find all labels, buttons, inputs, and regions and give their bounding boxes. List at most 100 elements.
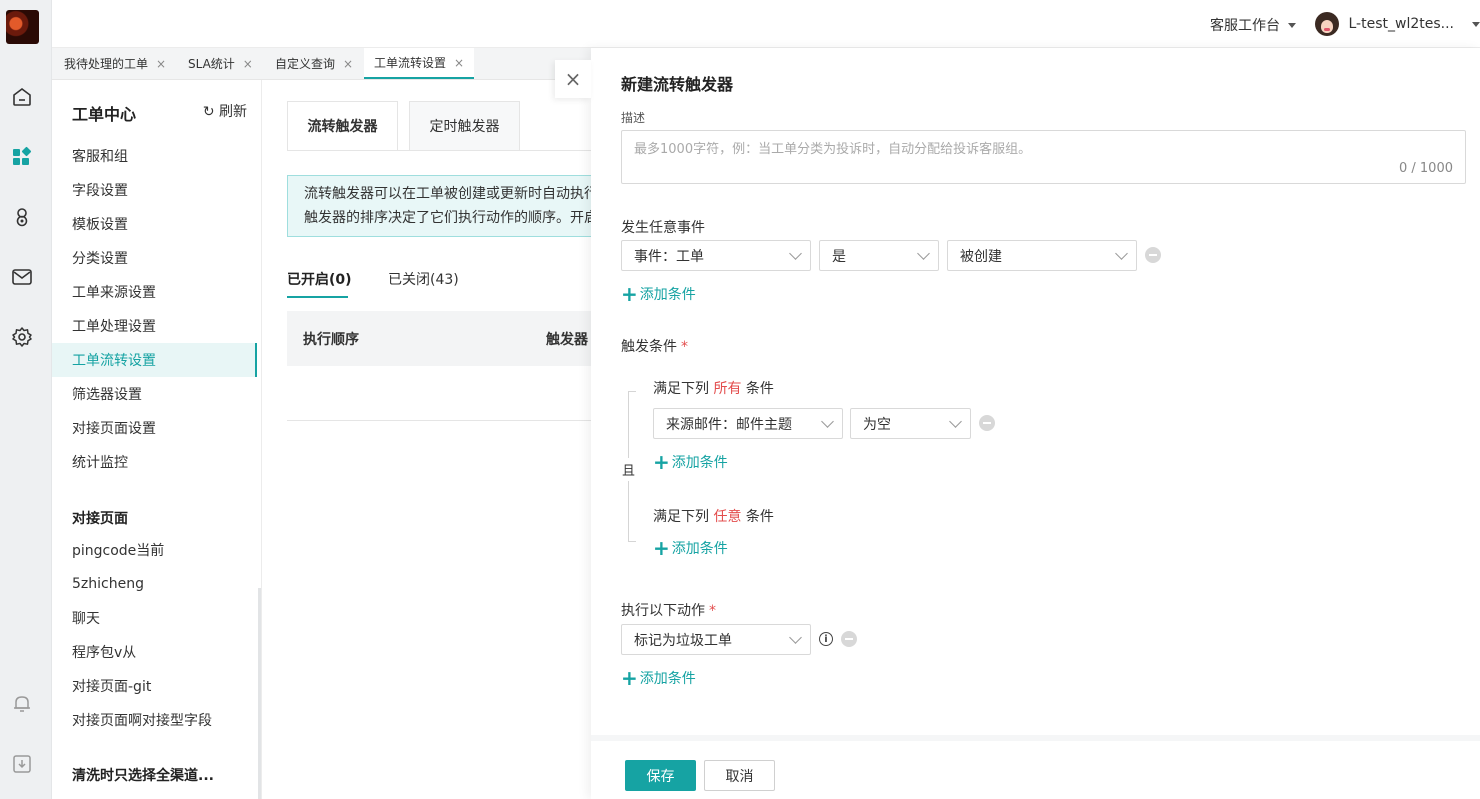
column-header: 触发器 [546, 332, 588, 348]
add-condition-button[interactable]: + 添加条件 [621, 284, 696, 304]
add-condition-button[interactable]: + 添加条件 [653, 538, 728, 558]
sidebar-item[interactable]: pingcode当前 [52, 533, 257, 567]
sidebar-item[interactable]: 程序包v从 [52, 635, 257, 669]
home-icon[interactable] [11, 86, 33, 108]
description-label: 描述 [621, 111, 646, 125]
page-tab[interactable]: 我待处理的工单 × [54, 48, 176, 79]
event-label: 发生任意事件 [621, 220, 705, 236]
plus-icon: + [621, 666, 638, 690]
sidebar-item[interactable]: 模板设置 [52, 207, 257, 241]
sidebar-item[interactable]: 筛选器设置 [52, 377, 257, 411]
action-select[interactable]: 标记为垃圾工单 [621, 624, 811, 655]
tab-enabled[interactable]: 已开启(0) [287, 269, 352, 289]
chevron-down-icon [949, 415, 962, 428]
app-logo[interactable] [6, 10, 39, 44]
table-header: 执行顺序 触发器 [287, 311, 592, 366]
sidebar-item[interactable]: 对接页面啊对接型字段 [52, 703, 257, 737]
label-text: 执行以下动作 [621, 603, 705, 619]
close-icon[interactable]: × [343, 57, 353, 71]
page-tab[interactable]: SLA统计 × [178, 48, 263, 79]
select-value: 为空 [863, 416, 891, 433]
sidebar-item[interactable]: 对接页面-git [52, 669, 257, 703]
remove-icon[interactable] [1145, 247, 1161, 263]
info-icon[interactable]: i [819, 632, 833, 646]
remove-icon[interactable] [979, 415, 995, 431]
add-condition-button[interactable]: + 添加条件 [621, 668, 696, 688]
tab-flow-trigger[interactable]: 流转触发器 [287, 101, 398, 151]
sidebar-item-active[interactable]: 工单流转设置 [52, 343, 257, 377]
chevron-down-icon [821, 415, 834, 428]
sidebar-item[interactable]: 分类设置 [52, 241, 257, 275]
avatar [1314, 12, 1339, 36]
close-icon[interactable]: × [243, 57, 253, 71]
apps-icon[interactable] [11, 146, 33, 168]
top-bar: 客服工作台 L-test_wl2tes... [52, 0, 1480, 48]
sidebar-scrollbar[interactable] [258, 588, 261, 799]
active-tab-underline [287, 296, 348, 298]
workspace-switcher[interactable]: 客服工作台 [1210, 15, 1296, 35]
event-operator-select[interactable]: 是 [819, 240, 939, 271]
page-tab-label: 工单流转设置 [374, 56, 447, 70]
info-notice: 流转触发器可以在工单被创建或更新时自动执行 触发器的排序决定了它们执行动作的顺序… [287, 175, 592, 237]
condition-field-select[interactable]: 来源邮件：邮件主题 [653, 408, 843, 439]
label-text: 条件 [745, 381, 774, 397]
sidebar-item[interactable]: 工单处理设置 [52, 309, 257, 343]
refresh-button[interactable]: ↻ 刷新 [203, 101, 247, 121]
sidebar-item[interactable]: 工单来源设置 [52, 275, 257, 309]
user-menu[interactable]: L-test_wl2tes... [1314, 12, 1480, 36]
close-icon[interactable]: × [454, 56, 464, 70]
save-button[interactable]: 保存 [625, 760, 696, 791]
description-placeholder: 最多1000字符，例：当工单分类为投诉时，自动分配给投诉客服组。 [634, 142, 1032, 157]
sidebar: 工单中心 ↻ 刷新 客服和组 字段设置 模板设置 分类设置 工单来源设置 工单处… [52, 80, 262, 799]
bracket-top [628, 391, 636, 466]
label-text: 条件 [745, 509, 774, 525]
chevron-down-icon [789, 631, 802, 644]
username: L-test_wl2tes... [1348, 16, 1455, 32]
add-condition-button[interactable]: + 添加条件 [653, 452, 728, 472]
sidebar-item[interactable]: 5zhicheng [52, 567, 257, 601]
char-counter: 0 / 1000 [1399, 161, 1453, 176]
label-text: 触发条件 [621, 339, 677, 355]
caret-down-icon [1288, 22, 1296, 28]
sidebar-item[interactable]: 对接页面设置 [52, 411, 257, 445]
label-highlight: 任意 [713, 509, 742, 525]
main-content: 流转触发器 定时触发器 流转触发器可以在工单被创建或更新时自动执行 触发器的排序… [262, 80, 592, 799]
bell-icon[interactable] [11, 692, 33, 714]
page-tab-active[interactable]: 工单流转设置 × [364, 48, 475, 79]
sidebar-title: 工单中心 [72, 105, 137, 124]
chevron-down-icon [789, 247, 802, 260]
sidebar-section-title: 对接页面 [72, 511, 128, 527]
download-icon[interactable] [11, 753, 33, 775]
sidebar-item[interactable]: 聊天 [52, 601, 257, 635]
condition-operator-select[interactable]: 为空 [850, 408, 971, 439]
required-mark: * [681, 339, 688, 355]
refresh-icon: ↻ [202, 104, 215, 120]
action-label: 执行以下动作 * [621, 600, 716, 620]
mail-icon[interactable] [11, 266, 33, 288]
cancel-button[interactable]: 取消 [704, 760, 775, 791]
agent-icon[interactable] [11, 206, 33, 228]
tab-timed-trigger[interactable]: 定时触发器 [409, 101, 520, 151]
sidebar-item[interactable]: 字段设置 [52, 173, 257, 207]
page-tab[interactable]: 自定义查询 × [265, 48, 363, 79]
notice-line: 流转触发器可以在工单被创建或更新时自动执行 [304, 186, 592, 202]
and-label: 且 [622, 458, 636, 481]
remove-icon[interactable] [841, 631, 857, 647]
description-field[interactable]: 最多1000字符，例：当工单分类为投诉时，自动分配给投诉客服组。 0 / 100… [621, 130, 1466, 184]
required-mark: * [709, 603, 716, 619]
workspace-label: 客服工作台 [1210, 18, 1280, 34]
gear-icon[interactable] [11, 326, 33, 348]
chevron-down-icon [1115, 247, 1128, 260]
label-text: 满足下列 [653, 509, 709, 525]
all-conditions-label: 满足下列 所有 条件 [653, 378, 774, 398]
event-field-select[interactable]: 事件：工单 [621, 240, 811, 271]
sidebar-item[interactable]: 客服和组 [52, 139, 257, 173]
select-value: 被创建 [960, 248, 1002, 265]
close-icon[interactable]: × [156, 57, 166, 71]
tab-disabled[interactable]: 已关闭(43) [388, 269, 459, 289]
bracket-bottom [628, 480, 636, 542]
sidebar-item[interactable]: 统计监控 [52, 445, 257, 479]
event-value-select[interactable]: 被创建 [947, 240, 1137, 271]
close-drawer-button[interactable]: × [555, 60, 591, 98]
page-tab-label: 自定义查询 [275, 57, 336, 71]
